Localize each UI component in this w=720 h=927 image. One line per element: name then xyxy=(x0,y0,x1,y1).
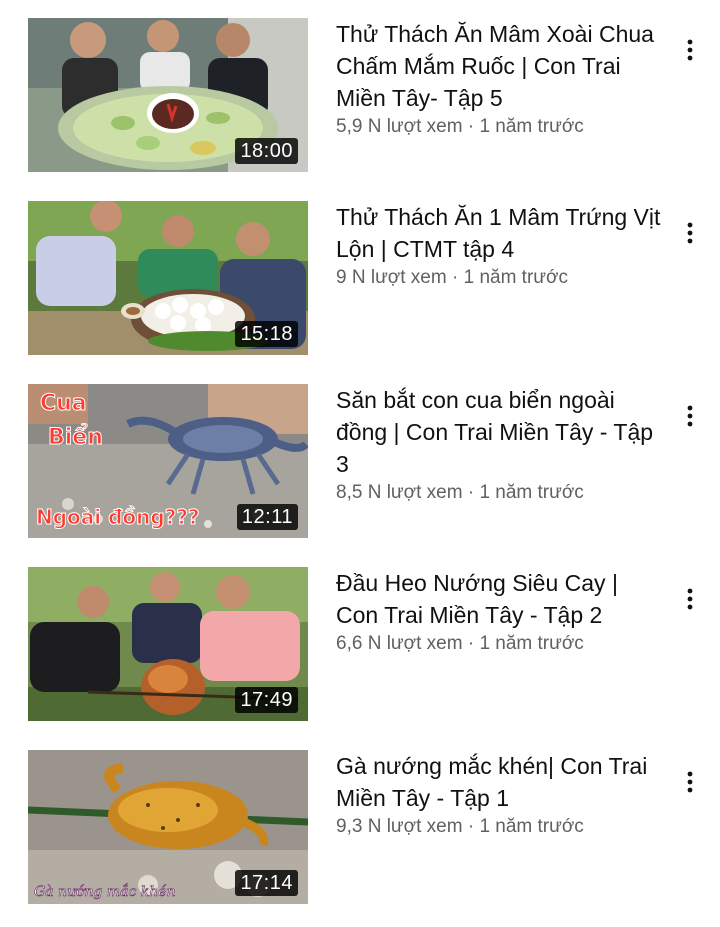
video-item[interactable]: 18:00 Thử Thách Ăn Mâm Xoài Chua Chấm Mắ… xyxy=(0,18,720,178)
thumbnail-caption: Gà nướng mắc khén xyxy=(34,882,176,900)
more-vert-icon[interactable] xyxy=(676,585,704,613)
video-title[interactable]: Đầu Heo Nướng Siêu Cay | Con Trai Miền T… xyxy=(336,567,666,631)
video-duration: 17:49 xyxy=(235,687,298,713)
video-title[interactable]: Thử Thách Ăn Mâm Xoài Chua Chấm Mắm Ruốc… xyxy=(336,18,666,114)
video-thumbnail[interactable]: Gà nướng mắc khén 17:14 xyxy=(28,750,308,904)
video-meta: Đầu Heo Nướng Siêu Cay | Con Trai Miền T… xyxy=(336,567,666,657)
upload-age: 1 năm trước xyxy=(479,482,584,503)
separator-dot: · xyxy=(467,116,475,137)
thumbnail-caption: Ngoài đồng??? xyxy=(36,505,200,529)
video-thumbnail[interactable]: 17:49 xyxy=(28,567,308,721)
video-title[interactable]: Gà nướng mắc khén| Con Trai Miền Tây - T… xyxy=(336,750,666,814)
thumbnail-caption: Cua xyxy=(40,391,87,416)
separator-dot: · xyxy=(467,633,475,654)
separator-dot: · xyxy=(451,267,459,288)
video-stats: 9 N lượt xem · 1 năm trước xyxy=(336,265,666,291)
upload-age: 1 năm trước xyxy=(479,816,584,837)
view-count: 5,9 N lượt xem xyxy=(336,116,463,137)
upload-age: 1 năm trước xyxy=(479,116,584,137)
video-stats: 8,5 N lượt xem · 1 năm trước xyxy=(336,480,666,506)
video-duration: 12:11 xyxy=(236,504,298,530)
video-meta: Thử Thách Ăn Mâm Xoài Chua Chấm Mắm Ruốc… xyxy=(336,18,666,140)
video-stats: 5,9 N lượt xem · 1 năm trước xyxy=(336,114,666,140)
video-thumbnail[interactable]: Cua Biển Ngoài đồng??? 12:11 xyxy=(28,384,308,538)
more-vert-icon[interactable] xyxy=(676,402,704,430)
thumbnail-caption: Biển xyxy=(48,424,103,450)
view-count: 9,3 N lượt xem xyxy=(336,816,463,837)
view-count: 8,5 N lượt xem xyxy=(336,482,463,503)
video-title[interactable]: Thử Thách Ăn 1 Mâm Trứng Vịt Lộn | CTMT … xyxy=(336,201,666,265)
video-item[interactable]: Gà nướng mắc khén 17:14 Gà nướng mắc khé… xyxy=(0,750,720,910)
video-meta: Thử Thách Ăn 1 Mâm Trứng Vịt Lộn | CTMT … xyxy=(336,201,666,291)
separator-dot: · xyxy=(467,816,475,837)
more-vert-icon[interactable] xyxy=(676,768,704,796)
video-meta: Săn bắt con cua biển ngoài đồng | Con Tr… xyxy=(336,384,666,506)
view-count: 9 N lượt xem xyxy=(336,267,447,288)
video-stats: 9,3 N lượt xem · 1 năm trước xyxy=(336,814,666,840)
video-thumbnail[interactable]: 18:00 xyxy=(28,18,308,172)
upload-age: 1 năm trước xyxy=(463,267,568,288)
separator-dot: · xyxy=(467,482,475,503)
video-title[interactable]: Săn bắt con cua biển ngoài đồng | Con Tr… xyxy=(336,384,666,480)
video-item[interactable]: 17:49 Đầu Heo Nướng Siêu Cay | Con Trai … xyxy=(0,567,720,727)
video-duration: 15:18 xyxy=(235,321,298,347)
video-thumbnail[interactable]: 15:18 xyxy=(28,201,308,355)
video-duration: 17:14 xyxy=(235,870,298,896)
more-vert-icon[interactable] xyxy=(676,36,704,64)
upload-age: 1 năm trước xyxy=(479,633,584,654)
more-vert-icon[interactable] xyxy=(676,219,704,247)
video-meta: Gà nướng mắc khén| Con Trai Miền Tây - T… xyxy=(336,750,666,840)
video-stats: 6,6 N lượt xem · 1 năm trước xyxy=(336,631,666,657)
view-count: 6,6 N lượt xem xyxy=(336,633,463,654)
video-list: 18:00 Thử Thách Ăn Mâm Xoài Chua Chấm Mắ… xyxy=(0,0,720,927)
video-item[interactable]: 15:18 Thử Thách Ăn 1 Mâm Trứng Vịt Lộn |… xyxy=(0,201,720,361)
video-item[interactable]: Cua Biển Ngoài đồng??? 12:11 Săn bắt con… xyxy=(0,384,720,544)
video-duration: 18:00 xyxy=(235,138,298,164)
